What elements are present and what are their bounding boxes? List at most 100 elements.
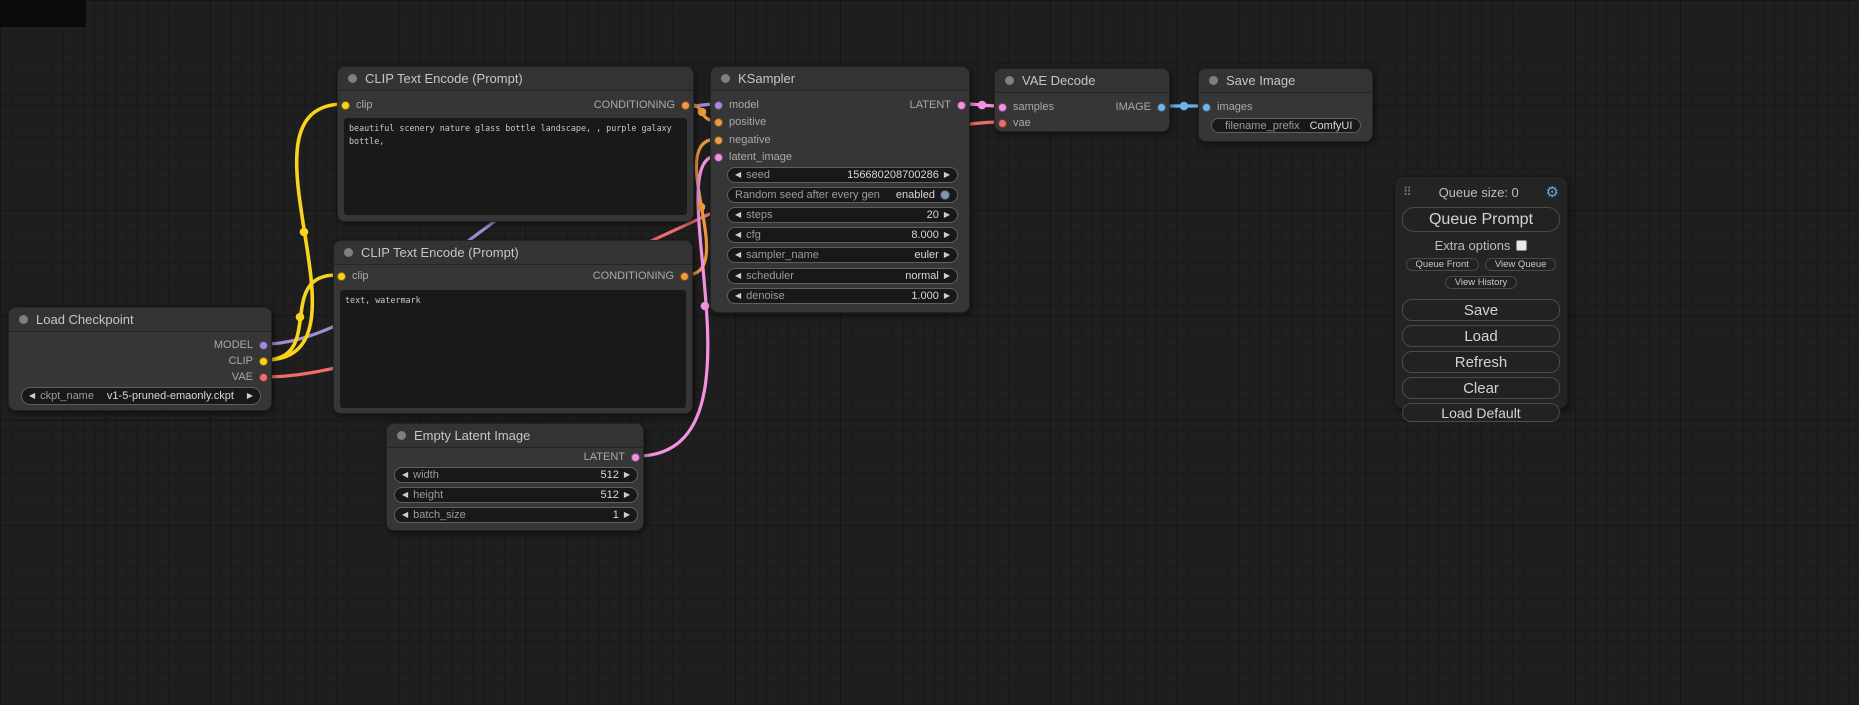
save-button[interactable]: Save	[1402, 299, 1560, 321]
settings-gear-icon[interactable]	[1546, 185, 1559, 200]
widget-value: enabled	[896, 189, 935, 201]
node-title: Load Checkpoint	[36, 312, 134, 327]
node-title: Empty Latent Image	[414, 428, 530, 443]
image-output-port[interactable]	[1157, 103, 1166, 112]
collapse-dot[interactable]	[348, 74, 357, 83]
link-dot	[978, 101, 987, 110]
model-output-port[interactable]	[259, 341, 268, 350]
model-input-port[interactable]	[714, 101, 723, 110]
port-label: LATENT	[910, 99, 951, 111]
decrement-arrow-icon[interactable]	[735, 231, 741, 239]
clip-input-port[interactable]	[337, 272, 346, 281]
prompt-textarea[interactable]: text, watermark	[340, 290, 686, 408]
decrement-arrow-icon[interactable]	[402, 511, 408, 519]
load-default-button[interactable]: Load Default	[1402, 403, 1560, 422]
collapse-dot[interactable]	[1209, 76, 1218, 85]
node-title-bar[interactable]: Load Checkpoint	[9, 308, 271, 332]
clip-output-port[interactable]	[259, 357, 268, 366]
negative-input-port[interactable]	[714, 136, 723, 145]
widget-batch-size[interactable]: batch_size 1	[394, 507, 638, 523]
prev-arrow-icon[interactable]	[29, 392, 35, 400]
widget-random-seed-toggle[interactable]: Random seed after every gen enabled	[727, 187, 958, 203]
refresh-button[interactable]: Refresh	[1402, 351, 1560, 373]
node-clip-text-encode-negative[interactable]: CLIP Text Encode (Prompt) clip CONDITION…	[333, 240, 693, 414]
images-input-port[interactable]	[1202, 103, 1211, 112]
decrement-arrow-icon[interactable]	[735, 171, 741, 179]
increment-arrow-icon[interactable]	[624, 511, 630, 519]
widget-label: height	[413, 489, 443, 501]
widget-value: normal	[905, 270, 939, 282]
node-title-bar[interactable]: Save Image	[1199, 69, 1372, 93]
increment-arrow-icon[interactable]	[944, 231, 950, 239]
node-title-bar[interactable]: VAE Decode	[995, 69, 1169, 93]
collapse-dot[interactable]	[344, 248, 353, 257]
widget-seed[interactable]: seed 156680208700286	[727, 167, 958, 183]
node-vae-decode[interactable]: VAE Decode samples IMAGE vae	[994, 68, 1170, 132]
widget-label: batch_size	[413, 509, 466, 521]
node-title-bar[interactable]: CLIP Text Encode (Prompt)	[338, 67, 693, 91]
node-save-image[interactable]: Save Image images filename_prefix ComfyU…	[1198, 68, 1373, 142]
latent-output-port[interactable]	[957, 101, 966, 110]
vae-output-port[interactable]	[259, 373, 268, 382]
queue-front-button[interactable]: Queue Front	[1406, 258, 1479, 271]
extra-options-checkbox[interactable]	[1516, 240, 1527, 251]
widget-sampler-name[interactable]: sampler_name euler	[727, 247, 958, 263]
queue-prompt-button[interactable]: Queue Prompt	[1402, 207, 1560, 232]
increment-arrow-icon[interactable]	[944, 292, 950, 300]
prev-arrow-icon[interactable]	[735, 251, 741, 259]
next-arrow-icon[interactable]	[944, 251, 950, 259]
view-queue-button[interactable]: View Queue	[1485, 258, 1557, 271]
conditioning-output-port[interactable]	[681, 101, 690, 110]
conditioning-output-port[interactable]	[680, 272, 689, 281]
load-button[interactable]: Load	[1402, 325, 1560, 347]
next-arrow-icon[interactable]	[944, 272, 950, 280]
node-title-bar[interactable]: Empty Latent Image	[387, 424, 643, 448]
port-label: CLIP	[229, 355, 253, 367]
widget-steps[interactable]: steps 20	[727, 207, 958, 223]
latent-output-port[interactable]	[631, 453, 640, 462]
collapse-dot[interactable]	[397, 431, 406, 440]
node-title-bar[interactable]: KSampler	[711, 67, 969, 91]
extra-options-label: Extra options	[1435, 238, 1511, 253]
clip-input-port[interactable]	[341, 101, 350, 110]
increment-arrow-icon[interactable]	[624, 471, 630, 479]
queue-size-label: Queue size: 0	[1416, 185, 1542, 200]
prev-arrow-icon[interactable]	[735, 272, 741, 280]
decrement-arrow-icon[interactable]	[735, 211, 741, 219]
view-history-button[interactable]: View History	[1445, 276, 1518, 289]
node-title-bar[interactable]: CLIP Text Encode (Prompt)	[334, 241, 692, 265]
canvas-corner	[0, 0, 86, 27]
widget-denoise[interactable]: denoise 1.000	[727, 288, 958, 304]
widget-label: Random seed after every gen	[735, 189, 880, 201]
increment-arrow-icon[interactable]	[944, 211, 950, 219]
widget-ckpt-name[interactable]: ckpt_name v1-5-pruned-emaonly.ckpt	[21, 387, 261, 405]
increment-arrow-icon[interactable]	[624, 491, 630, 499]
toggle-dot[interactable]	[940, 190, 950, 200]
node-empty-latent-image[interactable]: Empty Latent Image LATENT width 512 heig…	[386, 423, 644, 531]
node-title: KSampler	[738, 71, 795, 86]
node-clip-text-encode-positive[interactable]: CLIP Text Encode (Prompt) clip CONDITION…	[337, 66, 694, 222]
decrement-arrow-icon[interactable]	[402, 491, 408, 499]
samples-input-port[interactable]	[998, 103, 1007, 112]
drag-handle-icon[interactable]	[1403, 186, 1412, 198]
prompt-textarea[interactable]: beautiful scenery nature glass bottle la…	[344, 118, 687, 215]
widget-scheduler[interactable]: scheduler normal	[727, 268, 958, 284]
port-label: samples	[1013, 101, 1054, 113]
clear-button[interactable]: Clear	[1402, 377, 1560, 399]
collapse-dot[interactable]	[721, 74, 730, 83]
next-arrow-icon[interactable]	[247, 392, 253, 400]
widget-width[interactable]: width 512	[394, 467, 638, 483]
decrement-arrow-icon[interactable]	[402, 471, 408, 479]
collapse-dot[interactable]	[1005, 76, 1014, 85]
widget-filename-prefix[interactable]: filename_prefix ComfyUI	[1211, 118, 1361, 133]
increment-arrow-icon[interactable]	[944, 171, 950, 179]
widget-cfg[interactable]: cfg 8.000	[727, 227, 958, 243]
vae-input-port[interactable]	[998, 119, 1007, 128]
widget-height[interactable]: height 512	[394, 487, 638, 503]
collapse-dot[interactable]	[19, 315, 28, 324]
node-load-checkpoint[interactable]: Load Checkpoint MODEL CLIP VAE ckpt_name…	[8, 307, 272, 411]
positive-input-port[interactable]	[714, 118, 723, 127]
node-ksampler[interactable]: KSampler model LATENT positive negative …	[710, 66, 970, 313]
decrement-arrow-icon[interactable]	[735, 292, 741, 300]
latent-image-input-port[interactable]	[714, 153, 723, 162]
